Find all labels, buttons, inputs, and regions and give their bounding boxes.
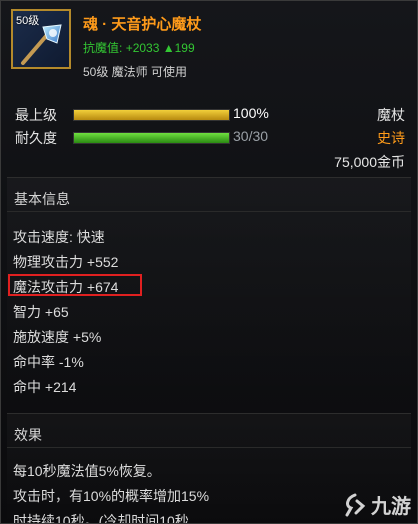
staff-icon	[21, 24, 62, 65]
watermark: 九游	[341, 490, 411, 519]
resist-line: 抗魔值: +2033 ▲199	[83, 39, 195, 56]
stat-cast-speed: 施放速度 +5%	[13, 329, 102, 345]
stat-hit: 命中 +214	[13, 379, 77, 395]
resist-value: +2033	[125, 41, 160, 55]
stat-physical-attack: 物理攻击力 +552	[13, 254, 119, 270]
resist-label: 抗魔值:	[83, 41, 123, 55]
item-type: 魔杖	[377, 107, 405, 123]
effects-title: 效果	[14, 427, 42, 443]
price: 75,000金币	[334, 154, 405, 170]
rarity: 史诗	[377, 130, 405, 146]
magic-attack-highlight	[8, 274, 142, 296]
requirement-text: 50级 魔法师 可使用	[83, 65, 188, 79]
grade-label: 最上级	[15, 107, 57, 123]
item-icon: 50级	[11, 9, 71, 69]
grade-bar-fill	[74, 110, 229, 120]
stat-intelligence: 智力 +65	[13, 304, 69, 320]
effects-divider	[7, 447, 411, 448]
item-name: 魂 · 天音护心魔杖	[83, 16, 202, 33]
effect-line-2: 攻击时，有10%的概率增加15%	[13, 488, 210, 504]
durability-value: 30/30	[233, 128, 269, 144]
effect-line-3: 时持续10秒。(冷却时间10秒	[13, 513, 189, 524]
effect-line-1: 每10秒魔法值5%恢复。	[13, 463, 161, 479]
stat-hit-rate: 命中率 -1%	[13, 354, 84, 370]
item-tooltip: 50级 魂 · 天音护心魔杖 抗魔值: +2033 ▲199 50级 魔法师 可…	[0, 0, 418, 524]
stat-attack-speed: 攻击速度: 快速	[13, 229, 105, 245]
resist-increase: ▲199	[162, 41, 195, 55]
basic-info-title: 基本信息	[14, 191, 70, 207]
durability-label: 耐久度	[15, 130, 57, 146]
durability-bar	[73, 132, 230, 144]
durability-bar-fill	[74, 133, 229, 143]
watermark-logo-icon	[345, 493, 366, 516]
watermark-text: 九游	[371, 496, 411, 518]
grade-bar	[73, 109, 230, 121]
basic-info-divider	[7, 211, 411, 212]
grade-percent: 100%	[233, 105, 269, 121]
